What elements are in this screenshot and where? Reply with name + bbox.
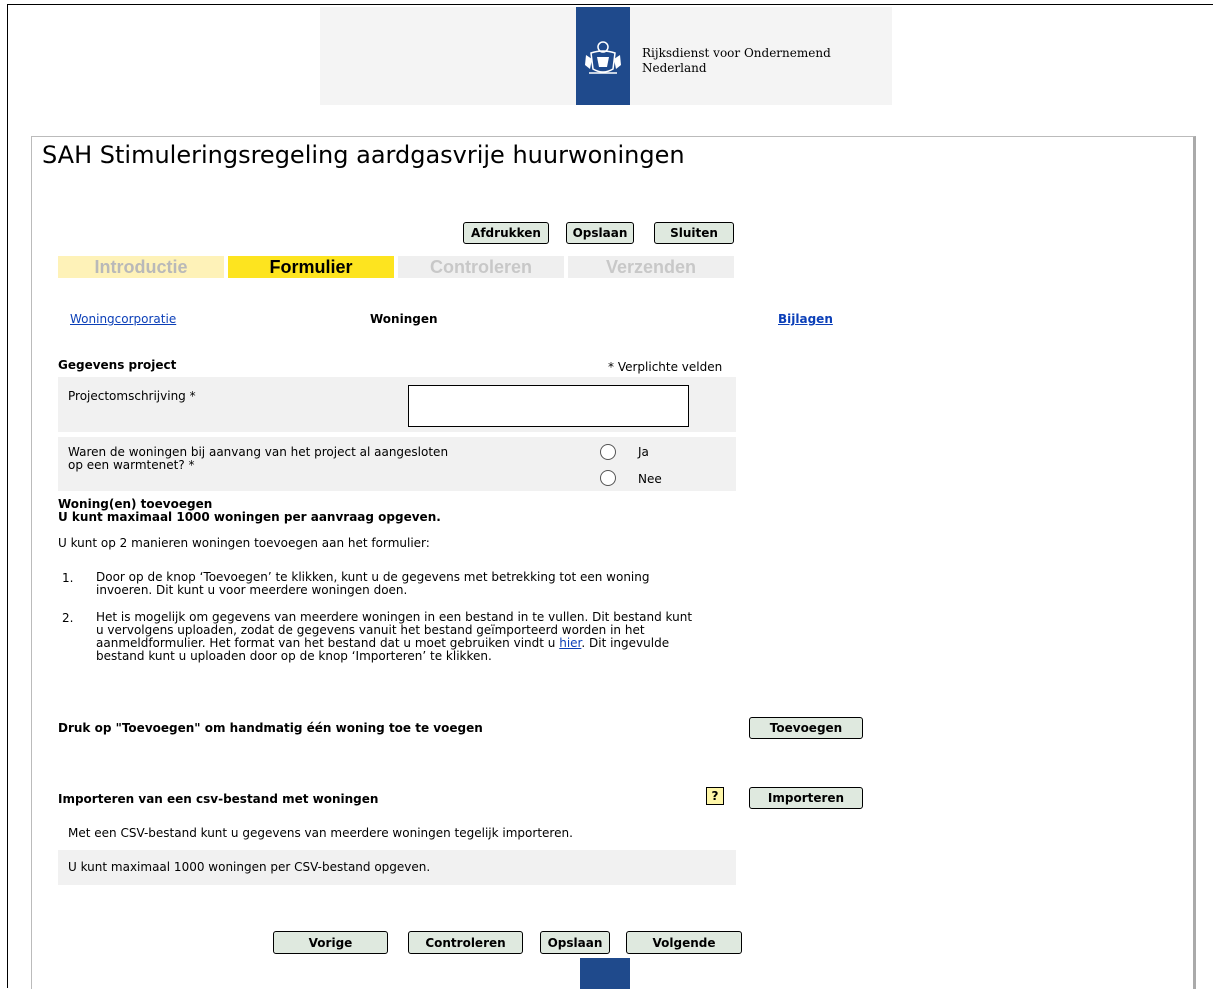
import-info-1: Met een CSV-bestand kunt u gegevens van … [68,826,573,840]
add-intro: U kunt op 2 manieren woningen toevoegen … [58,536,430,550]
check-button[interactable]: Controleren [408,931,523,954]
project-heading: Gegevens project [58,358,177,372]
radio-nee-label: Nee [638,472,662,486]
list-number-2: 2. [62,611,74,625]
save-button-top[interactable]: Opslaan [566,222,634,244]
print-button[interactable]: Afdrukken [463,222,549,244]
org-name: Rijksdienst voor Ondernemend Nederland [642,46,831,75]
import-info-2: U kunt maximaal 1000 woningen per CSV-be… [68,860,431,874]
list-number-1: 1. [62,571,74,585]
footer-logo-bar [580,958,630,989]
previous-button[interactable]: Vorige [273,931,388,954]
list-item-1: Door op de knop ‘Toevoegen’ te klikken, … [96,570,650,597]
rvo-logo [576,7,630,105]
required-note: * Verplichte velden [608,360,723,374]
step-check[interactable]: Controleren [398,256,564,278]
import-label: Importeren van een csv-bestand met wonin… [58,792,379,806]
next-button[interactable]: Volgende [626,931,742,954]
page-title: SAH Stimuleringsregeling aardgasvrije hu… [42,141,685,169]
add-button[interactable]: Toevoegen [749,717,863,739]
radio-ja[interactable] [600,444,616,460]
heatnet-question: Waren de woningen bij aanvang van het pr… [68,445,449,472]
template-link[interactable]: hier [559,636,581,650]
description-label: Projectomschrijving * [68,389,196,403]
add-homes-heading: Woning(en) toevoegen U kunt maximaal 100… [58,497,441,524]
radio-ja-label: Ja [638,445,649,459]
save-button-bottom[interactable]: Opslaan [540,931,610,954]
radio-nee[interactable] [600,470,616,486]
step-form[interactable]: Formulier [228,256,394,278]
list-item-2: Het is mogelijk om gegevens van meerdere… [96,610,693,663]
close-button[interactable]: Sluiten [654,222,734,244]
subnav-woningcorporatie[interactable]: Woningcorporatie [70,312,176,326]
manual-add-label: Druk op "Toevoegen" om handmatig één won… [58,721,483,735]
subnav-woningen: Woningen [370,312,438,326]
project-description-input[interactable] [408,385,689,427]
import-button[interactable]: Importeren [749,787,863,809]
crest-icon [585,41,621,74]
help-icon[interactable]: ? [706,787,724,805]
subnav-bijlagen[interactable]: Bijlagen [778,312,833,326]
step-send[interactable]: Verzenden [568,256,734,278]
step-introduction[interactable]: Introductie [58,256,224,278]
